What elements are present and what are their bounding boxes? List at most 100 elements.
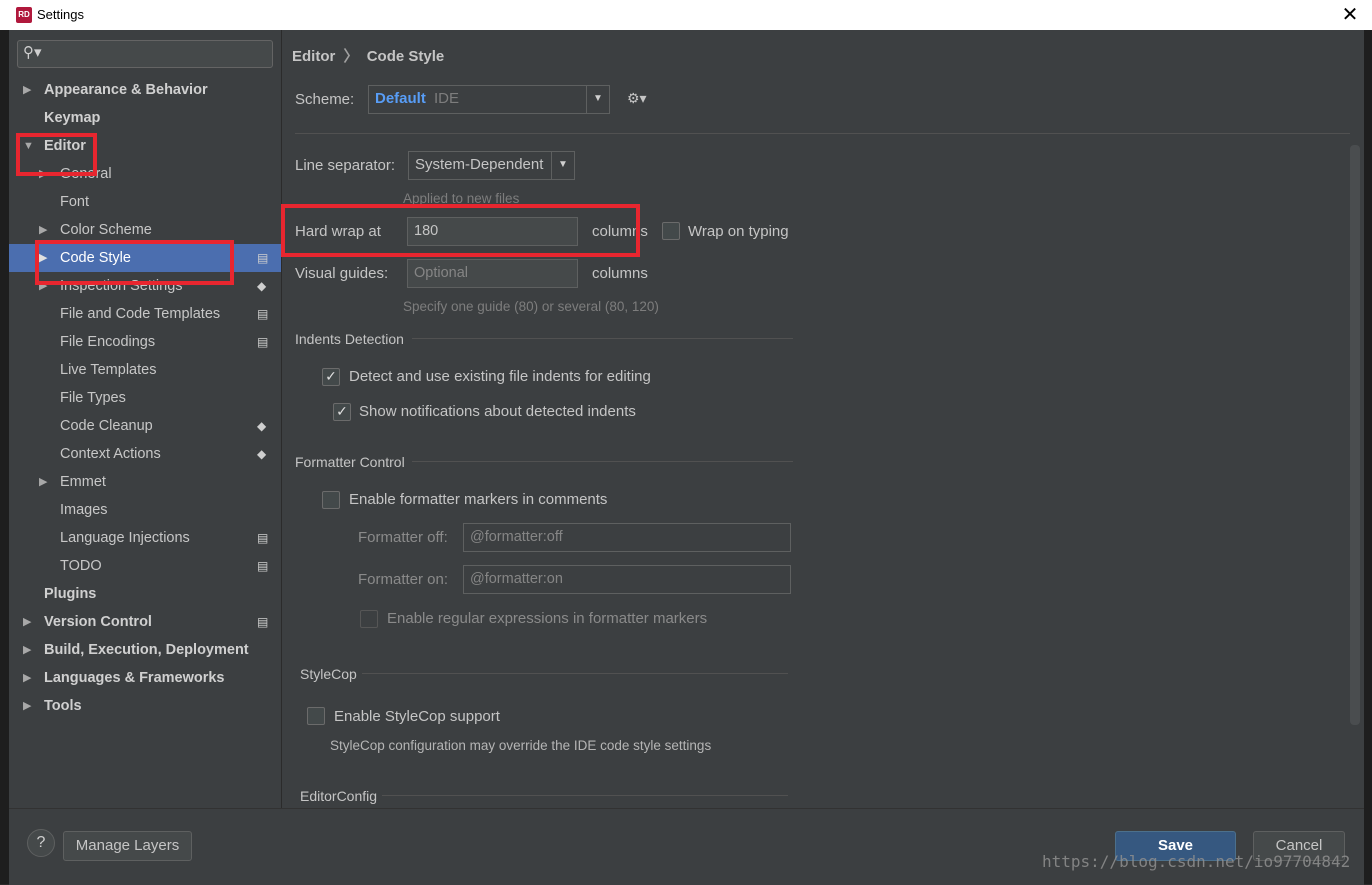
collapse-arrow-icon: ▼	[23, 140, 34, 152]
sidebar-item-emmet[interactable]: ▶ Emmet	[9, 468, 281, 496]
sidebar-item-keymap[interactable]: Keymap	[9, 104, 281, 132]
settings-sidebar: ⚲▾ ▶ Appearance & Behavior Keymap ▼ Edit…	[9, 30, 282, 808]
window-title: Settings	[37, 7, 84, 22]
sidebar-item-code-cleanup[interactable]: Code Cleanup ◆	[9, 412, 281, 440]
formatter-markers-checkbox[interactable]	[322, 491, 340, 509]
indents-detection-title: Indents Detection	[295, 331, 404, 347]
sidebar-item-inspection-settings[interactable]: ▶ Inspection Settings ◆	[9, 272, 281, 300]
sidebar-item-label: Emmet	[60, 474, 106, 490]
project-level-icon: ▤	[257, 307, 269, 321]
stylecop-label: Enable StyleCop support	[334, 708, 500, 725]
sidebar-item-editor[interactable]: ▼ Editor	[9, 132, 281, 160]
sidebar-item-label: Language Injections	[60, 530, 190, 546]
chevron-down-icon: ▼	[586, 86, 609, 113]
sidebar-item-label: Live Templates	[60, 362, 157, 378]
sidebar-item-plugins[interactable]: Plugins	[9, 580, 281, 608]
expand-arrow-icon: ▶	[39, 252, 48, 264]
sidebar-item-build-execution-deployment[interactable]: ▶ Build, Execution, Deployment	[9, 636, 281, 664]
breadcrumb-parent[interactable]: Editor	[292, 48, 335, 65]
formatter-control-title: Formatter Control	[295, 454, 405, 470]
sidebar-item-live-templates[interactable]: Live Templates	[9, 356, 281, 384]
sidebar-item-context-actions[interactable]: Context Actions ◆	[9, 440, 281, 468]
divider	[295, 133, 1350, 134]
sidebar-item-appearance-behavior[interactable]: ▶ Appearance & Behavior	[9, 76, 281, 104]
breadcrumb: Editor 〉 Code Style	[292, 45, 444, 66]
sidebar-item-file-code-templates[interactable]: File and Code Templates ▤	[9, 300, 281, 328]
sidebar-item-file-encodings[interactable]: File Encodings ▤	[9, 328, 281, 356]
manage-layers-button[interactable]: Manage Layers	[63, 831, 192, 861]
expand-arrow-icon: ▶	[23, 616, 32, 628]
sidebar-item-version-control[interactable]: ▶ Version Control ▤	[9, 608, 281, 636]
visual-guides-input[interactable]: Optional	[407, 259, 578, 288]
sidebar-item-language-injections[interactable]: Language Injections ▤	[9, 524, 281, 552]
project-level-icon: ▤	[257, 615, 269, 629]
sidebar-item-languages-frameworks[interactable]: ▶ Languages & Frameworks	[9, 664, 281, 692]
scheme-select[interactable]: Default IDE ▼	[368, 85, 610, 114]
sidebar-item-label: Version Control	[44, 614, 152, 630]
sidebar-item-code-style[interactable]: ▶ Code Style ▤	[9, 244, 281, 272]
close-icon[interactable]: ✕	[1339, 3, 1361, 25]
formatter-off-input[interactable]: @formatter:off	[463, 523, 791, 552]
formatter-markers-label: Enable formatter markers in comments	[349, 491, 608, 508]
visual-guides-label: Visual guides:	[295, 265, 389, 282]
project-level-icon: ▤	[257, 251, 269, 265]
line-separator-label: Line separator:	[295, 157, 396, 174]
notify-indents-checkbox[interactable]: ✓	[333, 403, 351, 421]
notify-indents-label: Show notifications about detected indent…	[359, 403, 636, 420]
sidebar-item-label: Tools	[44, 698, 82, 714]
stylecop-title: StyleCop	[300, 666, 357, 682]
chevron-down-icon: ▼	[551, 152, 574, 179]
sidebar-item-label: TODO	[60, 558, 102, 574]
formatter-on-input[interactable]: @formatter:on	[463, 565, 791, 594]
detect-indents-checkbox[interactable]: ✓	[322, 368, 340, 386]
gear-icon[interactable]: ⚙▾	[627, 90, 647, 107]
scheme-name: Default	[375, 90, 426, 107]
line-separator-select[interactable]: System-Dependent ▼	[408, 151, 575, 180]
divider	[382, 795, 788, 796]
visual-guides-unit: columns	[592, 265, 648, 282]
sidebar-item-label: Plugins	[44, 586, 97, 602]
sidebar-item-label: Code Style	[60, 250, 131, 266]
sidebar-item-general[interactable]: ▶ General	[9, 160, 281, 188]
formatter-regex-checkbox[interactable]	[360, 610, 378, 628]
breadcrumb-separator: 〉	[343, 48, 359, 65]
stylecop-note: StyleCop configuration may override the …	[330, 738, 712, 753]
expand-arrow-icon: ▶	[39, 476, 48, 488]
scrollbar[interactable]	[1350, 145, 1360, 725]
sidebar-item-label: Appearance & Behavior	[44, 82, 208, 98]
sidebar-item-images[interactable]: Images	[9, 496, 281, 524]
wrap-on-typing-label: Wrap on typing	[688, 223, 789, 240]
sidebar-item-file-types[interactable]: File Types	[9, 384, 281, 412]
project-level-icon: ▤	[257, 559, 269, 573]
sidebar-item-todo[interactable]: TODO ▤	[9, 552, 281, 580]
stylecop-checkbox[interactable]	[307, 707, 325, 725]
sidebar-item-label: File Encodings	[60, 334, 156, 350]
formatter-off-label: Formatter off:	[358, 529, 448, 546]
sidebar-item-label: General	[60, 166, 112, 182]
breadcrumb-current: Code Style	[366, 48, 445, 65]
visual-guides-hint: Specify one guide (80) or several (80, 1…	[403, 299, 659, 314]
expand-arrow-icon: ▶	[23, 672, 32, 684]
layers-icon: ◆	[257, 447, 267, 461]
editorconfig-title: EditorConfig	[300, 788, 378, 804]
sidebar-item-label: Inspection Settings	[60, 278, 183, 294]
hard-wrap-input[interactable]: 180	[407, 217, 578, 246]
project-level-icon: ▤	[257, 335, 269, 349]
sidebar-item-font[interactable]: Font	[9, 188, 281, 216]
sidebar-item-color-scheme[interactable]: ▶ Color Scheme	[9, 216, 281, 244]
sidebar-item-label: Keymap	[44, 110, 101, 126]
sidebar-item-label: Build, Execution, Deployment	[44, 642, 249, 658]
divider	[412, 461, 793, 462]
sidebar-item-label: Color Scheme	[60, 222, 152, 238]
scheme-suffix: IDE	[434, 90, 460, 107]
sidebar-item-label: Font	[60, 194, 90, 210]
wrap-on-typing-checkbox[interactable]	[662, 222, 680, 240]
expand-arrow-icon: ▶	[39, 224, 48, 236]
search-input[interactable]: ⚲▾	[17, 40, 273, 68]
line-separator-hint: Applied to new files	[403, 191, 520, 206]
sidebar-item-label: File and Code Templates	[60, 306, 221, 322]
help-button[interactable]: ?	[27, 829, 55, 857]
title-bar: RD Settings ✕	[0, 0, 1372, 30]
sidebar-item-tools[interactable]: ▶ Tools	[9, 692, 281, 720]
scheme-label: Scheme:	[295, 91, 355, 108]
